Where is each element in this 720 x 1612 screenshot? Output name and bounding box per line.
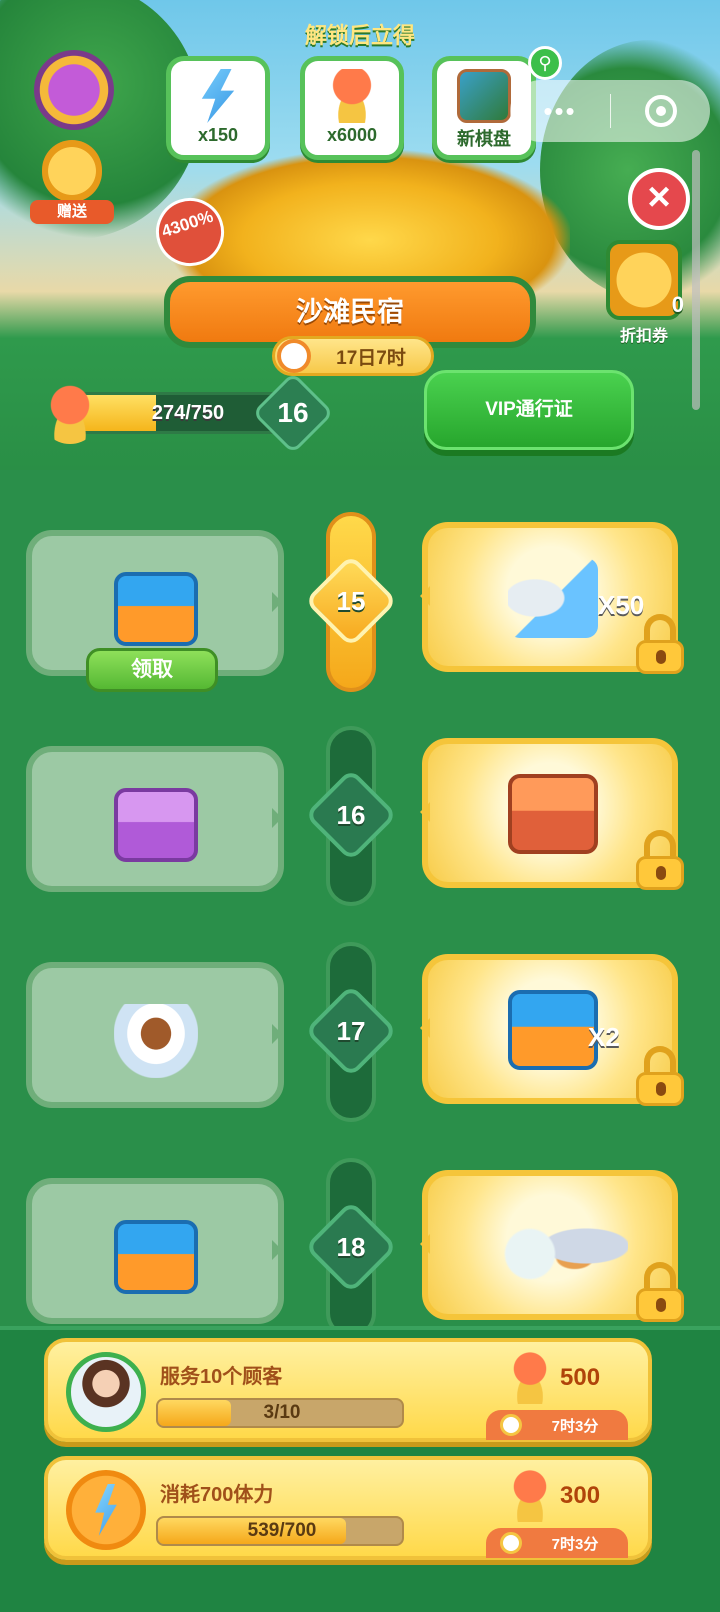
task-progress-text: 3/10	[263, 1402, 301, 1423]
task-progress-bar: 539/700	[156, 1516, 404, 1546]
target-circle-icon	[644, 95, 677, 127]
food-set-icon	[488, 1206, 628, 1286]
task-timer-text: 7时3分	[551, 1535, 599, 1553]
event-timer-text: 17日7时	[336, 347, 406, 369]
task-title: 消耗700体力	[160, 1484, 274, 1506]
energy-bolt-icon	[201, 69, 235, 123]
lock-icon	[636, 1262, 684, 1322]
event-timer: 17日7时	[272, 336, 434, 376]
blue-chest-icon	[114, 572, 198, 646]
gift-label: 赠送	[30, 200, 114, 224]
vip-pass-button[interactable]: VIP通行证	[424, 370, 634, 450]
task-timer: 7时3分	[486, 1410, 628, 1440]
discount-count: 0	[671, 292, 684, 317]
beach-umbrella-icon	[504, 1470, 556, 1522]
customer-avatar-icon	[66, 1352, 146, 1432]
discount-coupon-button[interactable]: 0 折扣券	[596, 240, 692, 346]
task-reward-amount: 500	[560, 1364, 601, 1391]
beach-umbrella-icon	[325, 69, 379, 123]
clock-icon	[500, 1532, 522, 1554]
free-reward-card-18[interactable]	[26, 1178, 284, 1324]
clock-icon	[277, 339, 311, 373]
beach-umbrella-icon	[504, 1352, 556, 1404]
more-options-icon[interactable]: •••	[510, 96, 610, 127]
gift-ticket-icon	[42, 140, 102, 202]
discount-label: 折扣券	[619, 328, 668, 345]
blue-chest-icon	[114, 1220, 198, 1294]
side-scroll-indicator	[692, 150, 700, 410]
close-button[interactable]: ×	[628, 168, 690, 230]
task-reward-amount: 300	[560, 1482, 601, 1509]
task-progress-bar: 3/10	[156, 1398, 404, 1428]
lock-icon	[636, 830, 684, 890]
unlock-reward-umbrella-qty: x6000	[326, 125, 378, 145]
level-node-15-text: 15	[336, 586, 366, 616]
task-serve-customers[interactable]: 服务10个顾客 3/10 500 7时3分	[44, 1338, 652, 1442]
purple-chest-icon	[114, 788, 198, 862]
miniprogram-capsule: •••	[510, 80, 710, 142]
vip-reward-17-qty: X2	[588, 1022, 620, 1052]
task-timer: 7时3分	[486, 1528, 628, 1558]
task-timer-text: 7时3分	[551, 1417, 599, 1435]
beach-umbrella-icon	[40, 384, 100, 444]
free-reward-card-16[interactable]	[26, 746, 284, 892]
purple-chest-icon[interactable]	[34, 50, 114, 130]
level-node-18-text: 18	[336, 1232, 366, 1262]
lock-icon	[636, 1046, 684, 1106]
level-node-17-text: 17	[336, 1016, 366, 1046]
level-node-16-text: 16	[336, 800, 366, 830]
task-consume-energy[interactable]: 消耗700体力 539/700 300 7时3分	[44, 1456, 652, 1560]
blue-chest-icon	[508, 990, 598, 1070]
lock-icon	[636, 614, 684, 674]
free-reward-card-17[interactable]	[26, 962, 284, 1108]
exit-target-button[interactable]	[611, 95, 710, 127]
claim-button[interactable]: 领取	[86, 648, 218, 692]
tea-cup-icon	[114, 1004, 198, 1078]
energy-bolt-icon	[66, 1470, 146, 1550]
treasure-chest-icon	[508, 774, 598, 854]
discount-ticket-icon	[606, 240, 682, 320]
unlock-reward-energy-qty: x150	[197, 125, 239, 145]
unlock-reward-energy[interactable]: x150	[166, 56, 270, 160]
clock-icon	[500, 1414, 522, 1436]
unlock-reward-umbrella[interactable]: x6000	[300, 56, 404, 160]
bowl-and-energy-icon	[508, 558, 598, 638]
task-title: 服务10个顾客	[160, 1366, 283, 1388]
unlock-rewards-title: 解锁后立得	[304, 23, 415, 48]
new-board-icon	[457, 69, 511, 123]
preview-search-icon[interactable]: ⚲	[528, 46, 562, 80]
current-level-text: 16	[277, 397, 309, 428]
task-progress-text: 539/700	[247, 1520, 317, 1541]
gift-button[interactable]: 赠送	[30, 140, 114, 224]
